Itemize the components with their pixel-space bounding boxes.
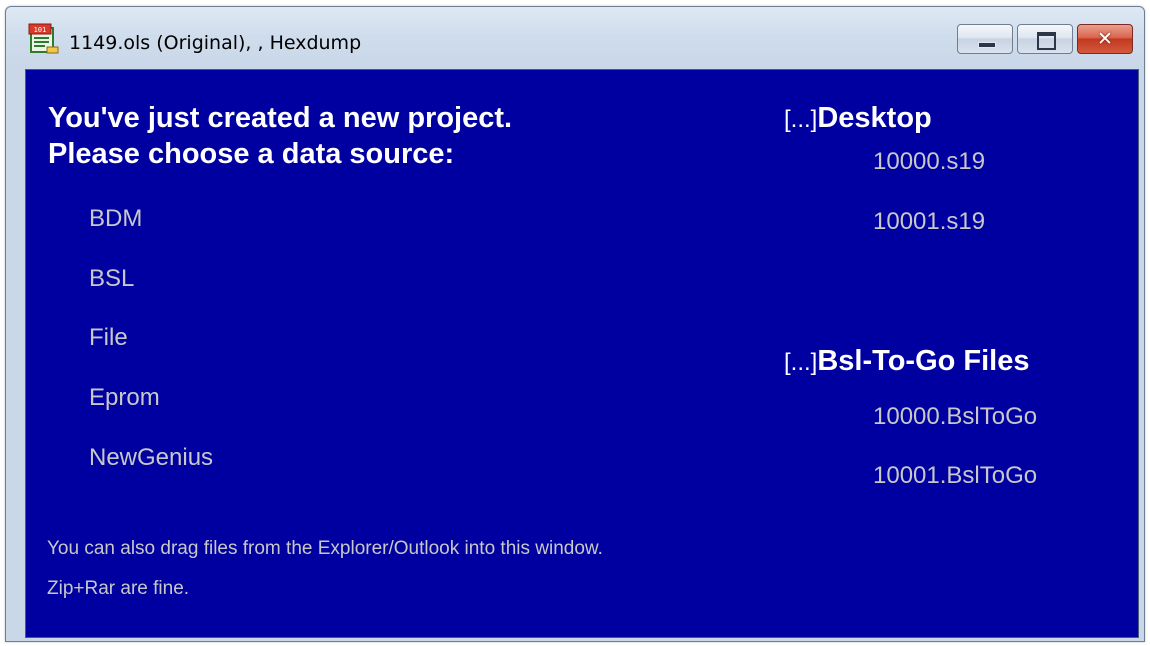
minimize-button[interactable] [957,24,1013,54]
drag-hint-text: You can also drag files from the Explore… [47,538,603,559]
close-button[interactable]: ✕ [1077,24,1133,54]
maximize-button[interactable] [1017,24,1073,54]
bsl-file-item[interactable]: 10000.BslToGo [873,403,1037,431]
bsl-section-title: Bsl-To-Go Files [817,345,1030,377]
heading-line-2: Please choose a data source: [48,138,455,170]
source-link-newgenius[interactable]: NewGenius [89,444,213,472]
desktop-expand-link[interactable]: [...] [784,106,817,133]
svg-text:101: 101 [34,26,47,34]
window-controls: ✕ [957,24,1133,54]
minimize-icon [978,42,996,48]
bsl-file-item[interactable]: 10001.BslToGo [873,462,1037,490]
project-start-panel: You've just created a new project. Pleas… [25,69,1139,638]
app-window: 101 1149.ols (Original), , Hexdump ✕ You… [5,6,1145,642]
bsl-expand-link[interactable]: [...] [784,349,817,376]
source-link-file[interactable]: File [89,324,128,352]
document-hex-icon: 101 [28,23,59,54]
heading-line-1: You've just created a new project. [48,102,513,134]
close-icon: ✕ [1097,28,1113,50]
source-link-bdm[interactable]: BDM [89,205,142,233]
desktop-file-item[interactable]: 10001.s19 [873,208,985,236]
desktop-section-title: Desktop [817,102,932,134]
page-title: You've just created a new project. Pleas… [48,100,512,172]
title-bar[interactable]: 101 1149.ols (Original), , Hexdump ✕ [6,7,1144,67]
window-title: 1149.ols (Original), , Hexdump [69,32,362,54]
archive-hint-text: Zip+Rar are fine. [47,578,190,599]
desktop-file-item[interactable]: 10000.s19 [873,148,985,176]
bsl-section-header[interactable]: [...]Bsl-To-Go Files [784,345,1029,378]
maximize-icon [1037,32,1056,50]
desktop-section-header[interactable]: [...]Desktop [784,102,932,135]
source-link-bsl[interactable]: BSL [89,265,134,293]
source-link-eprom[interactable]: Eprom [89,384,160,412]
